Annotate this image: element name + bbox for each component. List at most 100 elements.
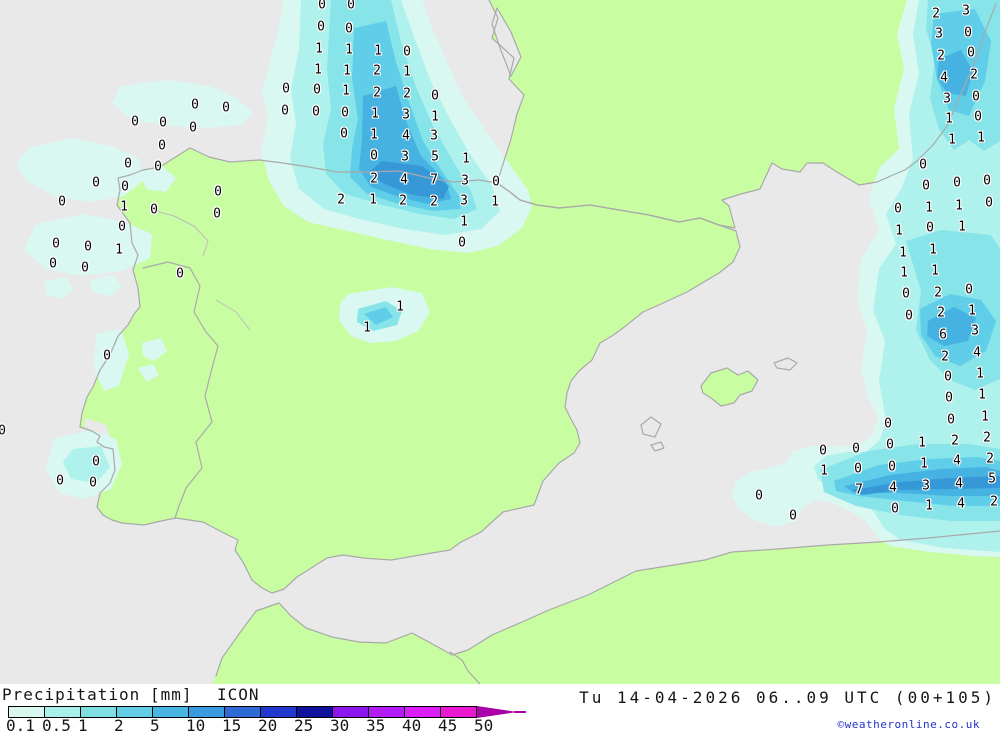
precip-value-label: 1 xyxy=(491,194,499,210)
precip-value-label: 0 xyxy=(458,235,466,251)
precip-value-label: 1 xyxy=(920,456,928,472)
precip-value-label: 0 xyxy=(492,174,500,190)
legend-overflow-arrow-tail xyxy=(514,711,526,713)
precip-value-label: 1 xyxy=(396,299,404,315)
precip-value-label: 0 xyxy=(947,412,955,428)
precip-value-label: 0 xyxy=(944,369,952,385)
precip-value-label: 1 xyxy=(120,199,128,215)
precip-value-label: 0 xyxy=(214,184,222,200)
precip-value-label: 2 xyxy=(373,85,381,101)
precip-value-label: 6 xyxy=(939,327,947,343)
precip-value-label: 2 xyxy=(430,194,438,210)
precip-value-label: 0 xyxy=(964,25,972,41)
precip-value-label: 0 xyxy=(191,97,199,113)
precip-value-label: 0 xyxy=(985,195,993,211)
precip-value-label: 0 xyxy=(983,173,991,189)
precip-value-label: 4 xyxy=(402,128,410,144)
precip-value-label: 0 xyxy=(854,461,862,477)
precip-value-label: 0 xyxy=(345,21,353,37)
precip-value-label: 4 xyxy=(953,453,961,469)
precip-value-label: 0 xyxy=(89,475,97,491)
precip-value-label: 0 xyxy=(282,81,290,97)
precip-value-label: 1 xyxy=(342,83,350,99)
precip-value-label: 2 xyxy=(373,63,381,79)
precip-value-label: 0 xyxy=(888,459,896,475)
precip-value-label: 2 xyxy=(932,6,940,22)
precip-value-label: 0 xyxy=(158,138,166,154)
precip-value-label: 1 xyxy=(369,192,377,208)
precip-value-label: 0 xyxy=(131,114,139,130)
legend-tick-label: 45 xyxy=(438,716,458,733)
precip-value-label: 0 xyxy=(902,286,910,302)
precip-value-label: 0 xyxy=(318,0,326,13)
precip-value-label: 0 xyxy=(819,443,827,459)
precip-value-label: 0 xyxy=(189,120,197,136)
precip-value-label: 5 xyxy=(988,471,996,487)
precip-value-label: 0 xyxy=(58,194,66,210)
precip-value-label: 0 xyxy=(886,437,894,453)
legend-tick-label: 0.5 xyxy=(42,716,71,733)
legend-tick-label: 5 xyxy=(150,716,160,733)
precip-value-label: 1 xyxy=(981,409,989,425)
precip-value-label: 1 xyxy=(371,106,379,122)
precip-value-label: 1 xyxy=(374,43,382,59)
precip-value-label: 1 xyxy=(895,223,903,239)
precip-value-label: 0 xyxy=(313,82,321,98)
precip-value-label: 0 xyxy=(341,105,349,121)
precip-value-label: 1 xyxy=(918,435,926,451)
precip-value-label: 1 xyxy=(978,387,986,403)
map-area: 0 0 0 0 0 0 0 0 0 0 0 0 0 0 0 0 0 0 0 0 1 1 0 0 0 0 0 0 0 0 0 1 1 1 0 1 1 2 1 0… xyxy=(0,0,1000,684)
precip-value-label: 3 xyxy=(460,193,468,209)
precip-value-label: 2 xyxy=(934,285,942,301)
precip-value-label: 1 xyxy=(460,214,468,230)
precip-value-label: 0 xyxy=(347,0,355,13)
precip-value-label: 1 xyxy=(948,132,956,148)
precip-value-label: 1 xyxy=(314,62,322,78)
precip-value-label: 1 xyxy=(462,151,470,167)
precip-value-label: 0 xyxy=(150,202,158,218)
precip-value-label: 0 xyxy=(118,219,126,235)
precip-value-label: 0 xyxy=(967,45,975,61)
precip-value-label: 0 xyxy=(103,348,111,364)
precip-value-label: 0 xyxy=(340,126,348,142)
legend-tick-label: 10 xyxy=(186,716,206,733)
precip-value-label: 1 xyxy=(977,130,985,146)
legend-tick-label: 40 xyxy=(402,716,422,733)
precip-value-label: 2 xyxy=(990,494,998,510)
precip-value-label: 0 xyxy=(222,100,230,116)
precip-value-label: 2 xyxy=(337,192,345,208)
precip-value-label: 1 xyxy=(370,127,378,143)
precip-value-label: 2 xyxy=(937,305,945,321)
legend-tick-label: 20 xyxy=(258,716,278,733)
precip-value-label: 0 xyxy=(945,390,953,406)
legend-tick-label: 15 xyxy=(222,716,242,733)
legend-unit: [mm] xyxy=(150,685,193,704)
precip-value-label: 3 xyxy=(461,173,469,189)
legend-ticks: 0.1 0.5 1 2 5 10 15 20 25 30 35 40 45 50 xyxy=(0,716,520,733)
precip-value-label: 1 xyxy=(115,242,123,258)
valid-time-text: Tu 14-04-2026 06..09 UTC (00+105) xyxy=(579,688,996,707)
precip-value-label: 3 xyxy=(401,149,409,165)
precip-value-label: 3 xyxy=(962,3,970,19)
precip-value-label: 1 xyxy=(345,42,353,58)
precip-value-label: 1 xyxy=(431,109,439,125)
precip-value-label: 3 xyxy=(935,26,943,42)
precip-value-label: 1 xyxy=(955,198,963,214)
precip-value-label: 4 xyxy=(955,476,963,492)
precip-value-label: 0 xyxy=(972,89,980,105)
precip-value-label: 3 xyxy=(943,91,951,107)
precip-value-label: 0 xyxy=(431,88,439,104)
precip-value-label: 0 xyxy=(92,175,100,191)
legend-tick-label: 1 xyxy=(78,716,88,733)
precip-value-label: 0 xyxy=(281,103,289,119)
precip-value-label: 0 xyxy=(953,175,961,191)
precip-value-label: 3 xyxy=(922,478,930,494)
precip-value-label: 0 xyxy=(922,178,930,194)
precip-value-label: 0 xyxy=(49,256,57,272)
legend-tick-label: 0.1 xyxy=(6,716,35,733)
copyright-link[interactable]: ©weatheronline.co.uk xyxy=(838,718,980,731)
precip-value-label: 3 xyxy=(971,323,979,339)
precip-value-label: 0 xyxy=(92,454,100,470)
precip-value-label: 4 xyxy=(940,70,948,86)
precip-value-label: 1 xyxy=(900,265,908,281)
